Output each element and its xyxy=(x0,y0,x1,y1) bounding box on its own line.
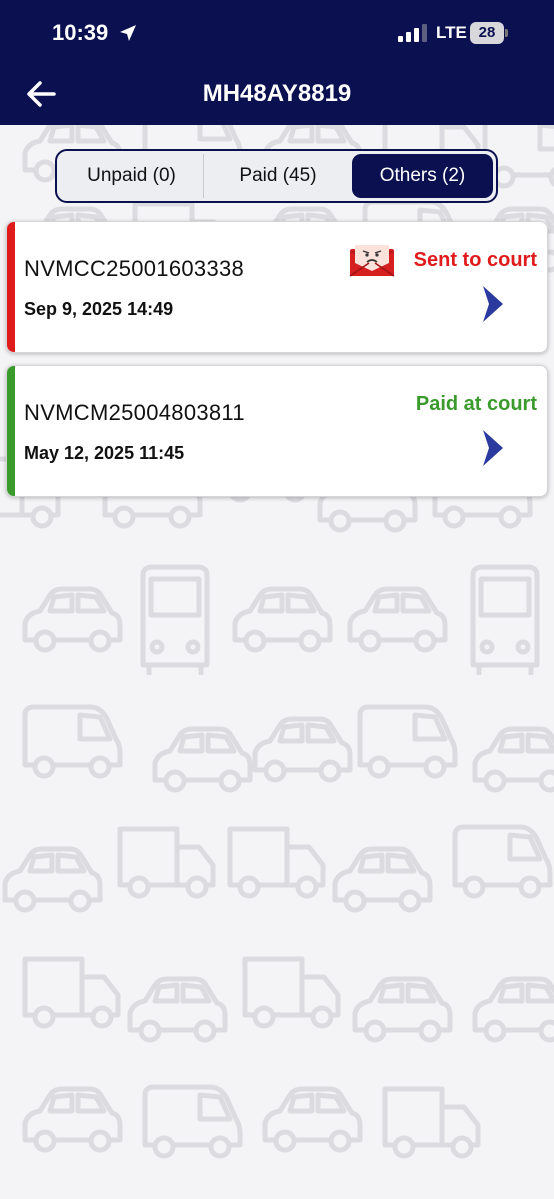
network-type-label: LTE xyxy=(436,23,467,42)
app-header: 10:39 LTE 28 MH48AY8819 xyxy=(0,0,554,125)
challan-number: NVMCC25001603338 xyxy=(24,256,245,281)
tab-paid[interactable]: Paid (45) xyxy=(203,154,352,198)
cellular-signal-icon xyxy=(398,24,427,42)
tab-unpaid[interactable]: Unpaid (0) xyxy=(60,154,203,198)
status-time: 10:39 xyxy=(52,20,109,45)
chevron-right-icon[interactable] xyxy=(479,428,507,468)
status-bar: 10:39 LTE 28 xyxy=(0,0,554,66)
challan-status-tabs: Unpaid (0) Paid (45) Others (2) xyxy=(55,149,498,203)
challan-date: May 12, 2025 11:45 xyxy=(24,443,185,463)
tab-others[interactable]: Others (2) xyxy=(351,154,493,198)
challan-date: Sep 9, 2025 14:49 xyxy=(24,299,174,319)
battery-icon: 28 xyxy=(470,22,508,44)
page-title: MH48AY8819 xyxy=(202,80,352,107)
battery-level: 28 xyxy=(478,24,496,41)
challan-card[interactable]: NVMCC25001603338 Sep 9, 2025 14:49 Sent … xyxy=(6,221,548,353)
challan-card[interactable]: NVMCM25004803811 May 12, 2025 11:45 Paid… xyxy=(6,365,548,497)
angry-mail-icon xyxy=(349,245,395,277)
challan-status: Paid at court xyxy=(415,393,537,415)
card-accent-bar xyxy=(7,366,15,496)
chevron-right-icon[interactable] xyxy=(479,284,507,324)
challan-number: NVMCM25004803811 xyxy=(24,400,245,425)
challan-status: Sent to court xyxy=(413,249,537,271)
card-accent-bar xyxy=(7,222,15,352)
location-arrow-icon xyxy=(120,25,136,41)
